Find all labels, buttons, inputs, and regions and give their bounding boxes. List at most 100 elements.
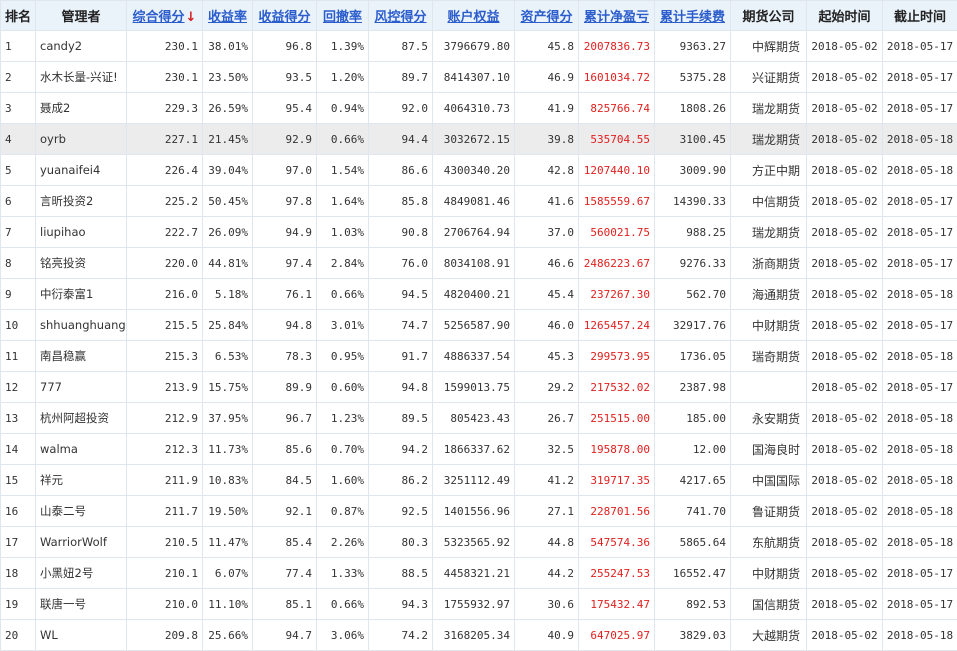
header-return-score[interactable]: 收益得分 (253, 1, 317, 31)
cell-rank: 19 (1, 589, 36, 620)
header-net-pnl[interactable]: 累计净盈亏 (579, 1, 655, 31)
cell-end-date: 2018-05-17 (883, 372, 957, 403)
cell-end-date: 2018-05-18 (883, 155, 957, 186)
cell-return-score: 96.7 (253, 403, 317, 434)
cell-equity: 1866337.62 (433, 434, 515, 465)
cell-fees: 5375.28 (655, 62, 731, 93)
cell-drawdown: 2.26% (317, 527, 369, 558)
cell-net-pnl: 195878.00 (579, 434, 655, 465)
cell-equity: 1401556.96 (433, 496, 515, 527)
cell-company: 兴证期货 (731, 62, 807, 93)
header-fees[interactable]: 累计手续费 (655, 1, 731, 31)
cell-net-pnl: 560021.75 (579, 217, 655, 248)
table-row: 11南昌稳赢215.36.53%78.30.95%91.74886337.544… (1, 341, 957, 372)
cell-start-date: 2018-05-02 (807, 341, 883, 372)
cell-rank: 20 (1, 620, 36, 651)
cell-end-date: 2018-05-17 (883, 310, 957, 341)
header-equity[interactable]: 账户权益 (433, 1, 515, 31)
sort-link-equity[interactable]: 账户权益 (447, 10, 499, 25)
cell-end-date: 2018-05-17 (883, 217, 957, 248)
cell-fees: 2387.98 (655, 372, 731, 403)
cell-fees: 3100.45 (655, 124, 731, 155)
sort-link-return-rate[interactable]: 收益率 (208, 10, 247, 25)
cell-manager: WarriorWolf (36, 527, 127, 558)
cell-equity: 5323565.92 (433, 527, 515, 558)
cell-drawdown: 0.95% (317, 341, 369, 372)
cell-net-pnl: 547574.36 (579, 527, 655, 558)
cell-risk-score: 74.2 (369, 620, 433, 651)
cell-risk-score: 80.3 (369, 527, 433, 558)
cell-net-pnl: 228701.56 (579, 496, 655, 527)
cell-return-score: 85.1 (253, 589, 317, 620)
sort-link-fees[interactable]: 累计手续费 (660, 10, 725, 25)
cell-asset-score: 41.6 (515, 186, 579, 217)
cell-risk-score: 86.6 (369, 155, 433, 186)
cell-return-score: 84.5 (253, 465, 317, 496)
sort-link-asset-score[interactable]: 资产得分 (520, 10, 572, 25)
cell-equity: 5256587.90 (433, 310, 515, 341)
cell-drawdown: 0.66% (317, 589, 369, 620)
cell-total-score: 215.3 (127, 341, 203, 372)
cell-start-date: 2018-05-02 (807, 496, 883, 527)
header-risk-score[interactable]: 风控得分 (369, 1, 433, 31)
cell-return-rate: 15.75% (203, 372, 253, 403)
header-asset-score[interactable]: 资产得分 (515, 1, 579, 31)
cell-asset-score: 46.9 (515, 62, 579, 93)
header-total-score[interactable]: 综合得分↓ (127, 1, 203, 31)
sort-link-risk-score[interactable]: 风控得分 (374, 10, 426, 25)
cell-equity: 3251112.49 (433, 465, 515, 496)
cell-rank: 6 (1, 186, 36, 217)
cell-drawdown: 1.03% (317, 217, 369, 248)
cell-start-date: 2018-05-02 (807, 403, 883, 434)
header-end-date: 截止时间 (883, 1, 957, 31)
cell-fees: 9363.27 (655, 31, 731, 62)
cell-rank: 14 (1, 434, 36, 465)
cell-drawdown: 1.33% (317, 558, 369, 589)
sort-link-net-pnl[interactable]: 累计净盈亏 (584, 10, 649, 25)
cell-net-pnl: 175432.47 (579, 589, 655, 620)
cell-return-rate: 5.18% (203, 279, 253, 310)
cell-manager: 联唐一号 (36, 589, 127, 620)
cell-net-pnl: 237267.30 (579, 279, 655, 310)
cell-end-date: 2018-05-17 (883, 93, 957, 124)
cell-return-score: 96.8 (253, 31, 317, 62)
cell-rank: 1 (1, 31, 36, 62)
table-body: 1candy2230.138.01%96.81.39%87.53796679.8… (1, 31, 957, 651)
sort-link-return-score[interactable]: 收益得分 (258, 10, 310, 25)
cell-end-date: 2018-05-18 (883, 403, 957, 434)
cell-return-rate: 21.45% (203, 124, 253, 155)
table-row: 18小黑妞2号210.16.07%77.41.33%88.54458321.21… (1, 558, 957, 589)
cell-rank: 18 (1, 558, 36, 589)
cell-asset-score: 29.2 (515, 372, 579, 403)
header-drawdown[interactable]: 回撤率 (317, 1, 369, 31)
sort-link-drawdown[interactable]: 回撤率 (323, 10, 362, 25)
cell-return-score: 78.3 (253, 341, 317, 372)
cell-company: 大越期货 (731, 620, 807, 651)
cell-manager: walma (36, 434, 127, 465)
cell-return-rate: 50.45% (203, 186, 253, 217)
cell-rank: 9 (1, 279, 36, 310)
cell-asset-score: 30.6 (515, 589, 579, 620)
cell-return-score: 85.6 (253, 434, 317, 465)
sort-link-total-score[interactable]: 综合得分 (133, 10, 185, 25)
cell-fees: 988.25 (655, 217, 731, 248)
ranking-table: 排名 管理者 综合得分↓ 收益率 收益得分 回撤率 风控得分 账户权益 资产得分… (0, 0, 957, 651)
cell-total-score: 211.7 (127, 496, 203, 527)
cell-equity: 4064310.73 (433, 93, 515, 124)
cell-risk-score: 85.8 (369, 186, 433, 217)
table-row: 7liupihao222.726.09%94.91.03%90.82706764… (1, 217, 957, 248)
cell-manager: 聂成2 (36, 93, 127, 124)
cell-return-rate: 23.50% (203, 62, 253, 93)
cell-fees: 5865.64 (655, 527, 731, 558)
cell-fees: 3009.90 (655, 155, 731, 186)
cell-asset-score: 45.8 (515, 31, 579, 62)
cell-equity: 4886337.54 (433, 341, 515, 372)
header-return-rate[interactable]: 收益率 (203, 1, 253, 31)
cell-start-date: 2018-05-02 (807, 558, 883, 589)
cell-company: 中国国际 (731, 465, 807, 496)
cell-net-pnl: 217532.02 (579, 372, 655, 403)
cell-equity: 8034108.91 (433, 248, 515, 279)
header-start-date: 起始时间 (807, 1, 883, 31)
cell-start-date: 2018-05-02 (807, 465, 883, 496)
cell-manager: 777 (36, 372, 127, 403)
